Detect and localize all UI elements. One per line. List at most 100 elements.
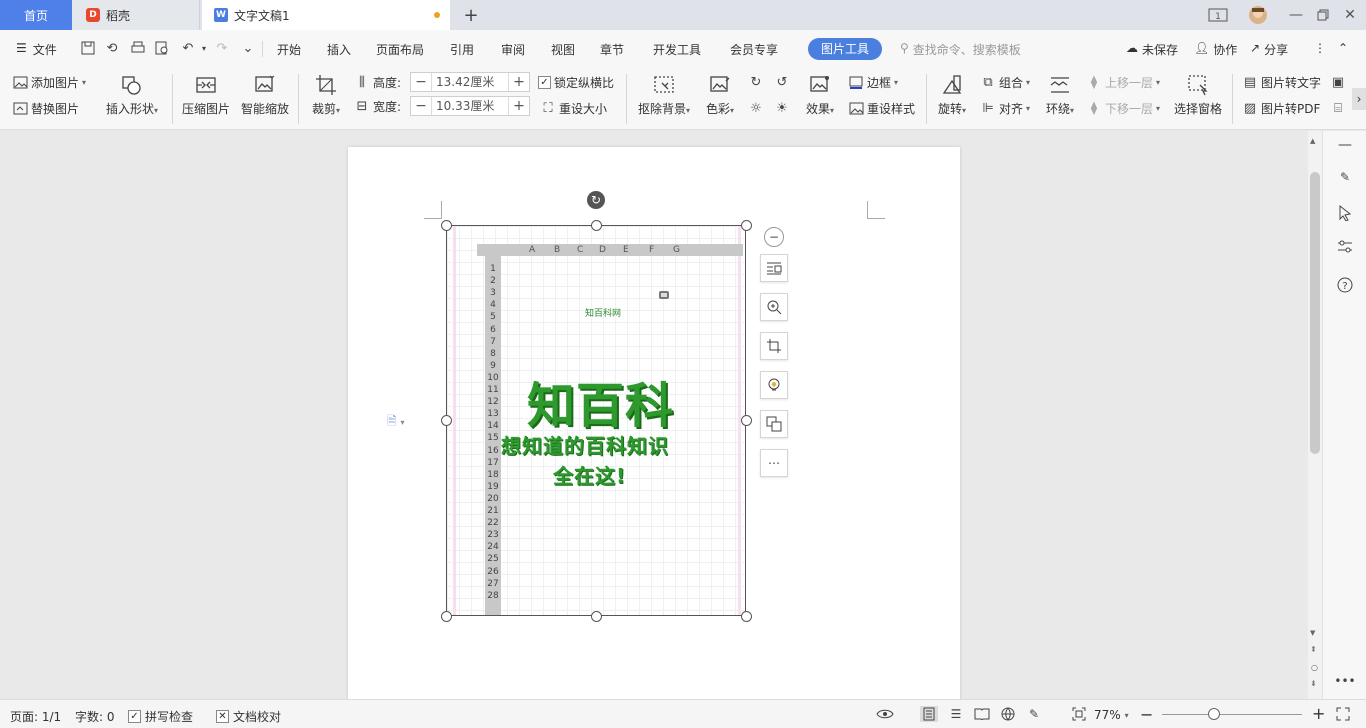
help-icon[interactable]: ?	[1335, 275, 1355, 295]
eye-protection-icon[interactable]	[876, 706, 894, 722]
next-page-icon[interactable]: ⇟	[1310, 679, 1317, 688]
paragraph-layout-icon[interactable]: 🗎︎ ▾	[387, 412, 404, 433]
writing-mode-icon[interactable]: ✎	[1025, 706, 1043, 722]
collapse-toolbar-icon[interactable]: −	[764, 227, 784, 247]
select-pointer-icon[interactable]	[1335, 203, 1355, 223]
scroll-up-icon[interactable]: ▲	[1310, 137, 1315, 145]
menu-start[interactable]: 开始	[277, 41, 301, 58]
replace-picture-button[interactable]: 替换图片	[12, 100, 79, 117]
web-view-icon[interactable]	[999, 706, 1017, 722]
word-count[interactable]: 字数: 0	[75, 708, 115, 725]
add-picture-button[interactable]: 添加图片 ▾	[12, 74, 86, 91]
menu-view[interactable]: 视图	[551, 41, 575, 58]
height-decrease-button[interactable]: −	[411, 73, 431, 91]
compress-picture-button[interactable]: 压缩图片	[182, 70, 230, 117]
layout-options-icon[interactable]	[760, 254, 788, 282]
menu-references[interactable]: 引用	[450, 41, 474, 58]
rotate-right-small-button[interactable]: ↺	[774, 74, 790, 90]
picture-convert-icon[interactable]	[760, 410, 788, 438]
border-button[interactable]: 边框 ▾	[848, 74, 898, 91]
page-view-icon[interactable]: 1	[1206, 0, 1230, 30]
brightness-decrease-button[interactable]: ☀	[774, 100, 790, 116]
spell-check-button[interactable]: ✓ 拼写检查	[128, 708, 193, 725]
translate-icon[interactable]: ⌸	[1330, 100, 1346, 116]
tab-daoke[interactable]: D 稻壳	[72, 0, 200, 30]
minimize-icon[interactable]: —	[1288, 0, 1304, 30]
picture-to-text-button[interactable]: ▤ 图片转文字	[1242, 74, 1321, 91]
redo-icon[interactable]: ↷	[214, 41, 230, 57]
customize-quick-access-icon[interactable]: ⌄	[240, 41, 256, 57]
more-options-icon[interactable]: ⋯	[760, 449, 788, 477]
height-stepper[interactable]: − 13.42厘米 +	[410, 72, 530, 92]
smart-scale-button[interactable]: 智能缩放	[240, 70, 290, 117]
width-increase-button[interactable]: +	[509, 97, 529, 115]
print-icon[interactable]	[130, 41, 146, 57]
brightness-increase-button[interactable]: ☼	[748, 100, 764, 116]
zoom-level-dropdown[interactable]: 77% ▾	[1094, 708, 1129, 722]
zoom-slider-knob[interactable]	[1208, 708, 1220, 720]
crop-picture-icon[interactable]	[760, 332, 788, 360]
rotate-button[interactable]: 旋转▾	[934, 70, 970, 117]
sidebar-more-icon[interactable]: •••	[1334, 671, 1355, 691]
restore-icon[interactable]	[1314, 0, 1332, 30]
rotate-handle-icon[interactable]: ↻	[587, 191, 605, 209]
print-preview-icon[interactable]	[154, 41, 170, 57]
fullscreen-icon[interactable]	[1334, 706, 1352, 722]
resize-handle-top[interactable]	[591, 220, 602, 231]
page-view-mode-icon[interactable]	[920, 706, 938, 722]
collapse-ribbon-icon[interactable]: ⌃	[1338, 41, 1348, 55]
wrap-button[interactable]: 环绕▾	[1042, 70, 1078, 117]
vertical-scrollbar-thumb[interactable]	[1310, 172, 1320, 454]
menu-insert[interactable]: 插入	[327, 41, 351, 58]
unsaved-button[interactable]: ☁ 未保存	[1126, 41, 1178, 58]
format-painter-icon[interactable]: ⟲	[104, 41, 120, 57]
adjust-settings-icon[interactable]	[1335, 237, 1355, 257]
avatar[interactable]	[1246, 0, 1270, 30]
resize-handle-bottom-right[interactable]	[741, 611, 752, 622]
bring-forward-button[interactable]: ⧫ 上移一层 ▾	[1086, 74, 1160, 91]
save-icon[interactable]	[80, 41, 96, 57]
collaborate-button[interactable]: 👤︎ 协作	[1194, 41, 1237, 58]
reading-view-icon[interactable]	[973, 706, 991, 722]
smart-suggestion-icon[interactable]	[760, 371, 788, 399]
group-button[interactable]: ⧉ 组合 ▾	[980, 74, 1030, 91]
scroll-down-icon[interactable]: ▼	[1310, 629, 1315, 637]
height-increase-button[interactable]: +	[509, 73, 529, 91]
selection-pane-button[interactable]: 选择窗格	[1172, 70, 1224, 117]
previous-page-icon[interactable]: ⇞	[1310, 645, 1317, 654]
remove-background-button[interactable]: 抠除背景▾	[636, 70, 692, 117]
file-menu[interactable]: ☰ 文件	[16, 41, 57, 58]
zoom-in-button[interactable]: +	[1312, 704, 1325, 723]
send-backward-button[interactable]: ⧫ 下移一层 ▾	[1086, 100, 1160, 117]
selected-picture[interactable]: A B C D E F G 1 2 3 4 5 6 7 8 9 10 11 12 13 14 15 16 17 1…	[446, 225, 746, 616]
command-search[interactable]: ⚲ 查找命令、搜索模板	[900, 41, 1021, 58]
insert-shape-button[interactable]: 插入形状▾	[103, 70, 161, 117]
close-icon[interactable]: ✕	[1342, 0, 1358, 30]
new-tab-plus-icon[interactable]: +	[460, 4, 482, 26]
outline-view-icon[interactable]: ☰	[947, 706, 965, 722]
width-input[interactable]: 10.33厘米	[431, 97, 509, 115]
resize-handle-top-right[interactable]	[741, 220, 752, 231]
resize-handle-right[interactable]	[741, 415, 752, 426]
resize-handle-top-left[interactable]	[441, 220, 452, 231]
menu-picture-tools[interactable]: 图片工具	[808, 38, 882, 60]
lock-ratio-checkbox[interactable]: ✓ 锁定纵横比	[538, 74, 614, 91]
zoom-out-button[interactable]: −	[1140, 705, 1153, 724]
tab-document[interactable]: W 文字文稿1	[202, 0, 450, 30]
document-proofread-button[interactable]: ✕ 文档校对	[216, 708, 281, 725]
width-stepper[interactable]: − 10.33厘米 +	[410, 96, 530, 116]
menu-review[interactable]: 审阅	[501, 41, 525, 58]
select-browse-object-icon[interactable]: ○	[1311, 663, 1318, 672]
more-menu-icon[interactable]: ⋮	[1314, 41, 1326, 55]
zoom-slider-track[interactable]	[1162, 714, 1302, 715]
undo-icon[interactable]: ↶	[180, 41, 196, 57]
align-button[interactable]: ⊫ 对齐 ▾	[980, 100, 1030, 117]
menu-developer-tools[interactable]: 开发工具	[653, 41, 701, 58]
menu-member[interactable]: 会员专享	[730, 41, 778, 58]
tab-home[interactable]: 首页	[0, 0, 72, 30]
reset-style-button[interactable]: 重设样式	[848, 100, 915, 117]
rotate-left-small-button[interactable]: ↻	[748, 74, 764, 90]
color-button[interactable]: 色彩▾	[702, 70, 738, 117]
edit-pen-icon[interactable]: ✎	[1335, 167, 1355, 187]
sidebar-collapse-icon[interactable]: —	[1335, 135, 1355, 155]
